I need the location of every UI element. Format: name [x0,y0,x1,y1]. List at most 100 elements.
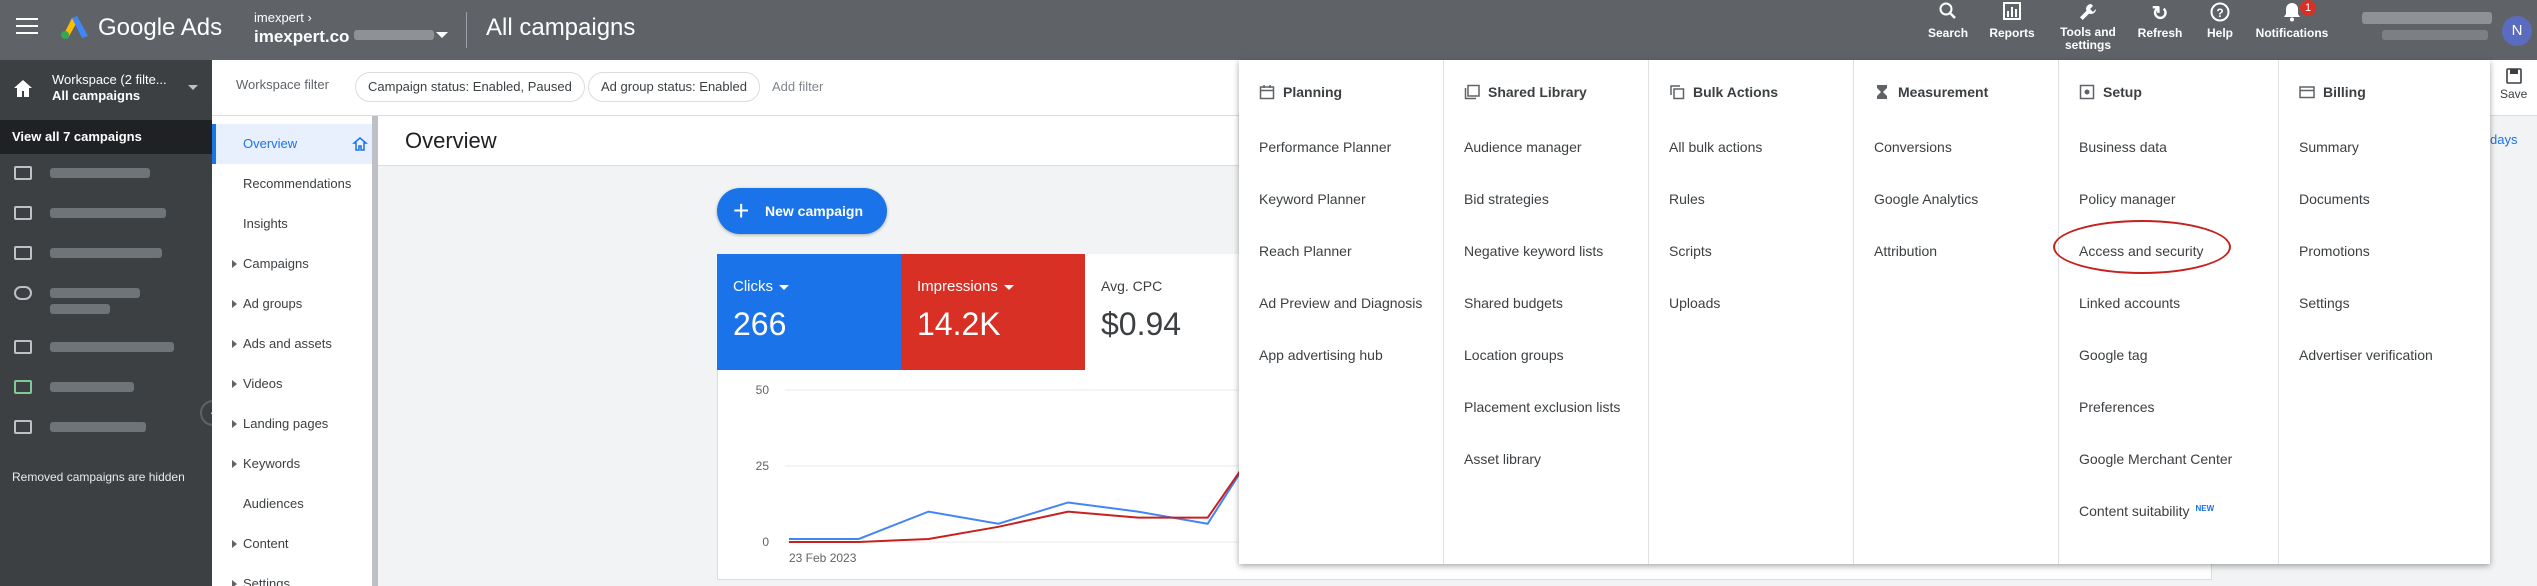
menu-item-reach-planner[interactable]: Reach Planner [1259,243,1352,259]
plus-icon: + [733,195,750,226]
overview-header [378,116,1238,166]
chevron-down-icon [188,85,198,90]
help-button[interactable]: ? Help [2200,2,2240,40]
menu-item-attribution[interactable]: Attribution [1874,243,1937,259]
avatar[interactable]: N [2502,16,2532,46]
filter-chip-campaign-status[interactable]: Campaign status: Enabled, Paused [355,72,585,102]
menu-item-google-analytics[interactable]: Google Analytics [1874,191,1978,207]
metric-label: Clicks [733,278,789,295]
metric-avg-cpc[interactable]: Avg. CPC $0.94 [1085,254,1239,370]
menu-item-settings[interactable]: Settings [2299,295,2350,311]
menu-item-rules[interactable]: Rules [1669,191,1705,207]
chevron-down-icon[interactable] [436,32,448,38]
menu-item-ad-preview-and-diagnosis[interactable]: Ad Preview and Diagnosis [1259,295,1422,311]
menu-item-placement-exclusion-lists[interactable]: Placement exclusion lists [1464,399,1620,415]
menu-item-promotions[interactable]: Promotions [2299,243,2370,259]
nav-recommendations[interactable]: Recommendations [212,164,378,204]
menu-item-summary[interactable]: Summary [2299,139,2359,155]
brand-name[interactable]: Google Ads [98,14,222,42]
page-menu: Overview Recommendations Insights Campai… [212,116,378,586]
campaign-row[interactable] [0,194,212,234]
menu-item-preferences[interactable]: Preferences [2079,399,2154,415]
campaign-row[interactable] [0,408,212,448]
menu-column-shared-library: Shared Library Audience manager Bid strate… [1444,60,1649,564]
campaign-name-redacted [50,288,140,298]
menu-column-planning: Planning Performance Planner Keyword Plann… [1239,60,1444,564]
menu-item-linked-accounts[interactable]: Linked accounts [2079,295,2180,311]
user-email-redacted[interactable] [2362,12,2492,24]
menu-item-location-groups[interactable]: Location groups [1464,347,1564,363]
menu-item-all-bulk-actions[interactable]: All bulk actions [1669,139,1762,155]
nav-keywords[interactable]: Keywords [212,444,378,484]
menu-column-header: Measurement [1874,84,1988,100]
nav-content[interactable]: Content [212,524,378,564]
menu-item-shared-budgets[interactable]: Shared budgets [1464,295,1563,311]
menu-item-performance-planner[interactable]: Performance Planner [1259,139,1391,155]
account-label[interactable]: imexpert › [254,10,312,25]
campaign-row[interactable] [0,154,212,194]
search-campaign-icon [14,420,32,434]
menu-item-audience-manager[interactable]: Audience manager [1464,139,1582,155]
refresh-button[interactable]: ↻ Refresh [2136,2,2184,40]
metric-label: Avg. CPC [1101,278,1163,294]
campaign-row[interactable] [0,328,212,368]
menu-item-uploads[interactable]: Uploads [1669,295,1720,311]
view-all-campaigns[interactable]: View all 7 campaigns [0,120,212,154]
account-name[interactable]: imexpert.co [254,27,349,47]
new-badge: NEW [2195,504,2215,513]
reports-button[interactable]: Reports [1988,2,2036,40]
menu-item-documents[interactable]: Documents [2299,191,2370,207]
menu-item-asset-library[interactable]: Asset library [1464,451,1541,467]
nav-campaigns[interactable]: Campaigns [212,244,378,284]
menu-item-advertiser-verification[interactable]: Advertiser verification [2299,347,2433,363]
google-ads-logo-icon [61,16,88,39]
menu-item-negative-keyword-lists[interactable]: Negative keyword lists [1464,243,1603,259]
nav-videos[interactable]: Videos [212,364,378,404]
menu-item-keyword-planner[interactable]: Keyword Planner [1259,191,1366,207]
date-range-link[interactable]: days [2490,132,2517,147]
library-icon [1464,84,1488,100]
tools-and-settings-button[interactable]: Tools and settings [2052,2,2124,52]
menu-item-content-suitability[interactable]: Content suitability NEW [2079,503,2214,519]
nav-settings[interactable]: Settings [212,564,378,586]
refresh-icon: ↻ [2151,3,2169,25]
campaign-row[interactable] [0,274,212,328]
menu-item-app-advertising-hub[interactable]: App advertising hub [1259,347,1383,363]
menu-item-policy-manager[interactable]: Policy manager [2079,191,2176,207]
nav-audiences[interactable]: Audiences [212,484,378,524]
menu-item-conversions[interactable]: Conversions [1874,139,1952,155]
video-campaign-icon [14,246,32,260]
menu-item-google-merchant-center[interactable]: Google Merchant Center [2079,451,2232,467]
save-button[interactable]: Save [2500,68,2527,101]
new-campaign-button[interactable]: + New campaign [717,188,887,234]
menu-item-business-data[interactable]: Business data [2079,139,2167,155]
search-button[interactable]: Search [1928,2,1968,40]
notifications-button[interactable]: Notifications [2252,2,2332,40]
menu-icon[interactable] [16,18,38,36]
nav-ad-groups[interactable]: Ad groups [212,284,378,324]
campaign-row[interactable] [0,368,212,408]
filter-chip-ad-group-status[interactable]: Ad group status: Enabled [588,72,760,102]
workspace-filter-label[interactable]: Workspace filter [236,77,329,92]
expand-icon [232,420,237,428]
metric-impressions[interactable]: Impressions 14.2K [901,254,1085,370]
nav-overview[interactable]: Overview [212,124,378,164]
metric-clicks[interactable]: Clicks 266 [717,254,901,370]
expand-icon [232,300,237,308]
page-title: All campaigns [486,14,636,41]
add-filter-button[interactable]: Add filter [772,79,823,94]
menu-item-bid-strategies[interactable]: Bid strategies [1464,191,1549,207]
bell-icon [2252,2,2332,26]
chevron-down-icon [1003,284,1014,290]
nav-ads-and-assets[interactable]: Ads and assets [212,324,378,364]
menu-item-scripts[interactable]: Scripts [1669,243,1712,259]
workspace-selector[interactable]: Workspace (2 filte... All campaigns [0,60,212,120]
nav-insights[interactable]: Insights [212,204,378,244]
reports-icon [1988,2,2036,26]
nav-landing-pages[interactable]: Landing pages [212,404,378,444]
menu-item-google-tag[interactable]: Google tag [2079,347,2148,363]
menu-column-header: Billing [2299,84,2366,100]
expand-icon [232,340,237,348]
campaign-row[interactable] [0,234,212,274]
card-icon [2299,84,2323,100]
